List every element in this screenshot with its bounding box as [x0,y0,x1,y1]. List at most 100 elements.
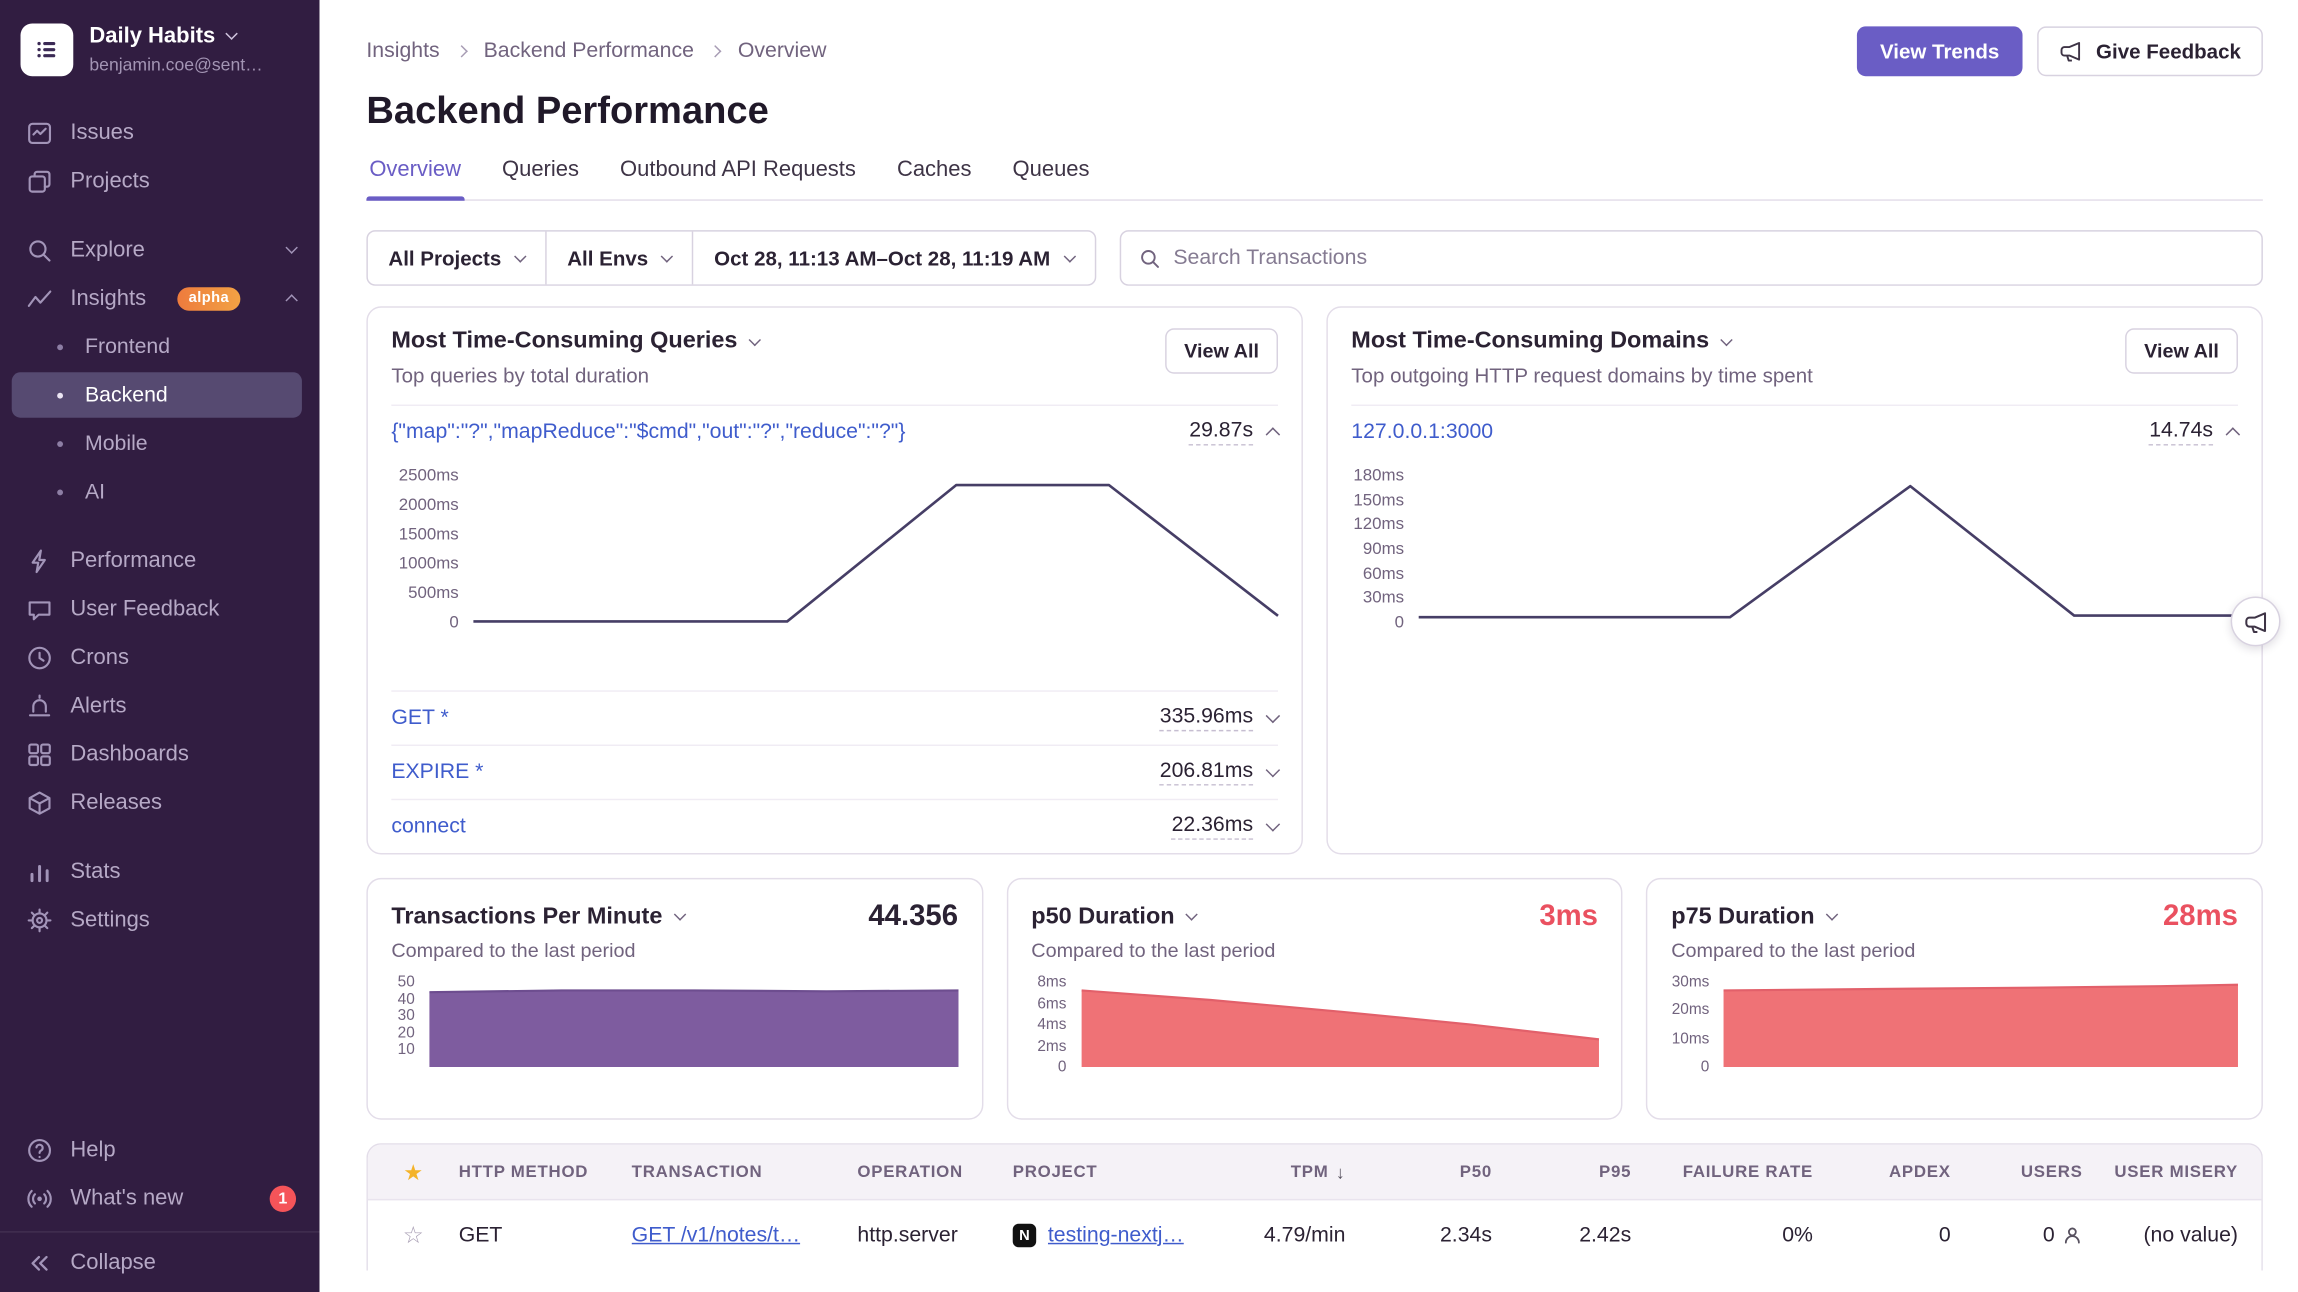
domains-time-spent-svg [1419,476,2238,623]
table-header-row: ★ HTTP METHOD TRANSACTION OPERATION PROJ… [368,1145,2262,1201]
domain-row-expanded: 127.0.0.1:3000 14.74s [1351,405,2238,459]
expand-chevron-icon[interactable] [1266,709,1281,724]
column-header-operation[interactable]: OPERATION [857,1163,1012,1181]
tpm-card-title[interactable]: Transactions Per Minute [391,904,684,930]
project-filter-dropdown[interactable]: All Projects [368,232,545,285]
org-name[interactable]: Daily Habits [89,23,262,48]
collapse-chevron-icon[interactable] [1266,427,1281,442]
sidebar-item-label: Issues [70,120,134,145]
sidebar-item-label: Alerts [70,693,126,718]
project-link[interactable]: testing-nextj… [1048,1224,1184,1247]
search-transactions-input[interactable] [1173,246,2243,269]
sidebar-item-alerts[interactable]: Alerts [0,682,320,730]
queries-card-title[interactable]: Most Time-Consuming Queries [391,328,759,354]
domains-card-title[interactable]: Most Time-Consuming Domains [1351,328,1813,354]
axis-tick-label: 120ms [1353,516,1404,535]
sidebar-collapse-button[interactable]: Collapse [0,1231,320,1292]
p50-card-title[interactable]: p50 Duration [1031,904,1196,930]
siren-icon [26,692,52,718]
chevron-down-icon [1186,908,1198,920]
sidebar-item-crons[interactable]: Crons [0,633,320,681]
sidebar-item-user-feedback[interactable]: User Feedback [0,585,320,633]
axis-tick-label: 0 [1058,1058,1067,1077]
breadcrumb-insights[interactable]: Insights [366,40,439,63]
column-header-p50[interactable]: P50 [1345,1163,1492,1181]
column-header-apdex[interactable]: APDEX [1813,1163,1951,1181]
column-header-tpm[interactable]: TPM↓ [1184,1161,1345,1182]
query-link[interactable]: GET * [391,706,448,729]
grid-icon [26,741,52,767]
collapse-chevron-icon[interactable] [2226,427,2241,442]
search-box [1119,230,2263,286]
axis-tick-label: 4ms [1037,1016,1066,1035]
give-feedback-button[interactable]: Give Feedback [2037,26,2262,76]
column-header-project[interactable]: PROJECT [1013,1163,1184,1181]
sidebar-item-dashboards[interactable]: Dashboards [0,730,320,778]
star-outline-icon[interactable]: ☆ [403,1221,424,1250]
sidebar-item-issues[interactable]: Issues [0,108,320,156]
chevron-up-icon [287,292,296,305]
sidebar-item-stats[interactable]: Stats [0,847,320,895]
sidebar-item-ai[interactable]: AI [12,469,302,514]
give-feedback-label: Give Feedback [2096,40,2241,63]
sidebar-item-explore[interactable]: Explore [0,226,320,274]
tab-caches[interactable]: Caches [894,157,974,200]
p75-chart: 30ms20ms10ms0 [1671,982,2238,1067]
chevron-down-icon [225,27,237,39]
query-list: GET * 335.96ms EXPIRE * 206.81ms connect… [391,690,1278,853]
tab-queues[interactable]: Queues [1010,157,1093,200]
sidebar-item-frontend[interactable]: Frontend [12,324,302,369]
transaction-link[interactable]: GET /v1/notes/t… [632,1224,801,1247]
column-header-http-method[interactable]: HTTP METHOD [459,1163,632,1181]
view-trends-button[interactable]: View Trends [1857,26,2023,76]
sidebar-item-backend[interactable]: Backend [12,372,302,417]
transactions-per-minute-svg [429,982,958,1067]
date-range-dropdown[interactable]: Oct 28, 11:13 AM–Oct 28, 11:19 AM [692,232,1094,285]
sidebar-item-insights[interactable]: Insights alpha [0,274,320,322]
user-icon [2062,1225,2083,1246]
feedback-fab-button[interactable] [2231,596,2281,646]
org-logo-icon [29,32,64,67]
sidebar-item-mobile[interactable]: Mobile [12,421,302,466]
environment-filter-dropdown[interactable]: All Envs [545,232,692,285]
sidebar-item-help[interactable]: Help [0,1126,320,1174]
query-link[interactable]: {"map":"?","mapReduce":"$cmd","out":"?",… [391,421,905,444]
sidebar-item-whats-new[interactable]: What's new 1 [0,1174,320,1222]
nextjs-project-icon: N [1013,1224,1036,1247]
column-header-p95[interactable]: P95 [1492,1163,1631,1181]
tab-outbound-api-requests[interactable]: Outbound API Requests [617,157,859,200]
sidebar-item-releases[interactable]: Releases [0,778,320,826]
chevron-right-icon [710,45,722,57]
expand-chevron-icon[interactable] [1266,763,1281,778]
query-link[interactable]: connect [391,815,465,838]
column-header-transaction[interactable]: TRANSACTION [632,1163,858,1181]
p75-duration-card: p75 Duration 28ms Compared to the last p… [1646,878,2263,1120]
sidebar-item-label: Releases [70,790,162,815]
column-header-failure-rate[interactable]: FAILURE RATE [1631,1163,1813,1181]
sidebar-item-performance[interactable]: Performance [0,536,320,584]
alpha-badge: alpha [177,287,241,310]
query-row: EXPIRE * 206.81ms [391,745,1278,799]
column-header-user-misery[interactable]: USER MISERY [2083,1163,2262,1181]
queries-view-all-button[interactable]: View All [1165,328,1278,373]
domain-link[interactable]: 127.0.0.1:3000 [1351,421,1493,444]
expand-chevron-icon[interactable] [1266,817,1281,832]
insights-icon [26,285,52,311]
sidebar-item-label: Stats [70,859,120,884]
column-header-users[interactable]: USERS [1951,1163,2083,1181]
sidebar-item-label: Settings [70,907,149,932]
domains-view-all-button[interactable]: View All [2125,328,2238,373]
breadcrumb-backend-performance[interactable]: Backend Performance [484,40,694,63]
query-link[interactable]: EXPIRE * [391,761,483,784]
tab-overview[interactable]: Overview [366,157,463,200]
org-switcher[interactable]: Daily Habits benjamin.coe@sent… [0,21,320,80]
sidebar-item-settings[interactable]: Settings [0,895,320,943]
p75-card-title[interactable]: p75 Duration [1671,904,1836,930]
p75-value: 28ms [2163,900,2238,934]
sidebar-item-projects[interactable]: Projects [0,157,320,205]
star-filled-icon[interactable]: ★ [403,1159,423,1185]
tab-queries[interactable]: Queries [499,157,582,200]
p50-chart: 8ms6ms4ms2ms0 [1031,982,1598,1067]
chart-y-axis: 2500ms2000ms1500ms1000ms500ms0 [391,476,473,623]
speech-bubble-icon [26,596,52,622]
